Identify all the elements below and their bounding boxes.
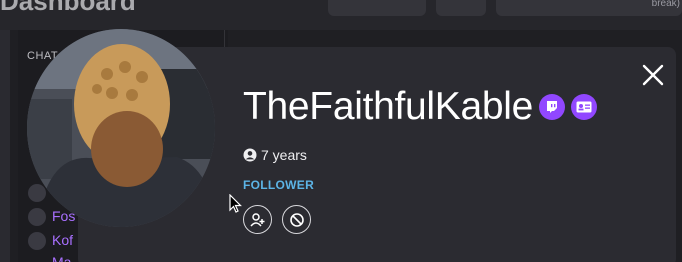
block-icon <box>289 212 304 227</box>
add-user-icon <box>249 212 264 227</box>
add-friend-button[interactable] <box>243 205 272 234</box>
chat-username: Kof <box>52 232 74 248</box>
avatar-image <box>27 29 215 227</box>
username: TheFaithfulKable <box>243 85 534 128</box>
account-age: 7 years <box>243 146 307 164</box>
chat-avatar <box>28 184 46 202</box>
left-rail <box>0 30 10 262</box>
username-row: TheFaithfulKable <box>243 84 598 130</box>
topbar-pill <box>328 0 426 16</box>
account-age-text: 7 years <box>261 147 307 163</box>
corner-text: break) <box>651 0 680 9</box>
dashboard-title: Dashboard <box>0 0 136 16</box>
profile-actions <box>243 205 311 234</box>
topbar-pill <box>436 0 486 16</box>
chat-avatar <box>28 232 46 250</box>
chat-avatar <box>28 208 46 226</box>
avatar <box>27 29 215 227</box>
close-icon <box>642 64 664 86</box>
role-label: FOLLOWER <box>243 178 315 192</box>
close-button[interactable] <box>636 60 670 90</box>
mouse-pointer-icon <box>229 193 243 219</box>
twitch-icon <box>539 94 566 120</box>
user-circle-icon <box>243 148 257 162</box>
subscriber-card-icon <box>571 94 598 120</box>
block-user-button[interactable] <box>282 205 311 234</box>
chat-username: Ma <box>52 254 72 262</box>
